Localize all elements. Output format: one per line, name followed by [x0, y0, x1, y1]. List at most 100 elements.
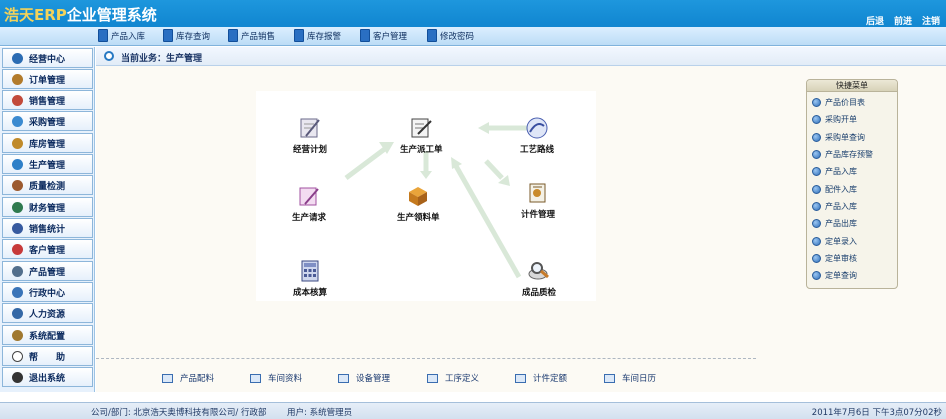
quick-item-stock-warning[interactable]: 产品库存预警	[812, 149, 873, 160]
sidebar-item-production[interactable]: 生产管理	[2, 154, 93, 174]
order-icon	[12, 73, 23, 85]
finance-icon	[12, 201, 23, 213]
product-icon	[12, 265, 23, 277]
quick-item-label: 定单查询	[825, 271, 857, 280]
bottom-link-label: 车间资料	[268, 374, 303, 384]
flow-node-process-route[interactable]: 工艺路线	[520, 116, 554, 155]
forward-link[interactable]: 前进	[894, 14, 912, 27]
flow-node-production-request[interactable]: 生产请求	[292, 184, 326, 223]
flow-node-label: 经营计划	[293, 145, 328, 155]
flow-node-dispatch-order[interactable]: 生产派工单	[400, 116, 443, 155]
quick-item-product-inbound[interactable]: 产品入库	[812, 166, 857, 177]
bottom-link-label: 计件定额	[533, 374, 568, 384]
sidebar-item-exit[interactable]: 退出系统	[2, 367, 93, 387]
sidebar-item-label: 退出系统	[29, 373, 66, 384]
bullet-icon	[812, 98, 821, 107]
sidebar-item-warehouse[interactable]: 库房管理	[2, 133, 93, 153]
help-icon	[12, 350, 23, 362]
flow-node-quality-inspection[interactable]: 成品质检	[522, 259, 556, 298]
bullet-icon	[812, 133, 821, 142]
status-user: 用户: 系统管理员	[287, 408, 353, 418]
quick-item-order-query[interactable]: 定单查询	[812, 270, 857, 281]
toolbar-stock-alarm[interactable]: 库存报警	[294, 29, 341, 42]
toolbar-label: 修改密码	[440, 31, 475, 42]
sidebar-item-label: 客户管理	[29, 245, 66, 256]
warehouse-icon	[12, 137, 23, 149]
quick-item-parts-inbound[interactable]: 配件入库	[812, 184, 857, 195]
quick-item-label: 采购开单	[825, 115, 857, 124]
flow-node-material-requisition[interactable]: 生产领料单	[397, 184, 440, 223]
quick-item-label: 定单录入	[825, 237, 857, 246]
arrow-request-to-dispatch	[344, 146, 388, 180]
bottom-link-workshop-calendar[interactable]: 车间日历	[604, 372, 656, 384]
quick-item-price-list[interactable]: 产品价目表	[812, 97, 865, 108]
sidebar-item-customers[interactable]: 客户管理	[2, 239, 93, 259]
toolbar-product-sales[interactable]: 产品销售	[228, 29, 275, 42]
process-icon	[526, 117, 548, 139]
config-icon	[12, 329, 23, 341]
sidebar-item-hr[interactable]: 人力资源	[2, 303, 93, 323]
quick-item-order-review[interactable]: 定单审核	[812, 253, 857, 264]
breadcrumb-text: 当前业务：生产管理	[121, 54, 203, 64]
toolbar-label: 库存报警	[307, 31, 342, 42]
sidebar-item-label: 帮 助	[29, 352, 66, 363]
sidebar-item-business-center[interactable]: 经营中心	[2, 48, 93, 68]
toolbar-stock-query[interactable]: 库存查询	[163, 29, 210, 42]
bullet-icon	[812, 115, 821, 124]
sidebar-item-label: 人力资源	[29, 309, 66, 320]
cost-icon	[301, 260, 319, 282]
bottom-link-label: 车间日历	[622, 374, 657, 384]
quick-item-product-inbound-2[interactable]: 产品入库	[812, 201, 857, 212]
sidebar-item-sales-stats[interactable]: 销售统计	[2, 218, 93, 238]
flow-node-label: 生产派工单	[400, 145, 443, 155]
flow-node-cost-accounting[interactable]: 成本核算	[293, 259, 327, 298]
bottom-link-process-definition[interactable]: 工序定义	[427, 372, 479, 384]
document-icon	[98, 29, 108, 42]
quick-item-order-entry[interactable]: 定单录入	[812, 236, 857, 247]
piecework-icon	[529, 183, 546, 203]
quick-item-create-purchase[interactable]: 采购开单	[812, 114, 857, 125]
logout-link[interactable]: 注销	[922, 14, 940, 27]
bottom-link-workshop-info[interactable]: 车间资料	[250, 372, 302, 384]
toolbar-product-inbound[interactable]: 产品入库	[98, 29, 145, 42]
flow-node-business-plan[interactable]: 经营计划	[293, 116, 327, 155]
sidebar-item-help[interactable]: 帮 助	[2, 346, 93, 366]
sidebar-item-purchasing[interactable]: 采购管理	[2, 111, 93, 131]
toolbar: 产品入库 库存查询 产品销售 库存报警 客户管理 修改密码	[0, 27, 946, 46]
quick-item-product-outbound[interactable]: 产品出库	[812, 218, 857, 229]
list-icon	[604, 373, 615, 383]
sidebar-item-sales[interactable]: 销售管理	[2, 90, 93, 110]
sidebar-item-admin[interactable]: 行政中心	[2, 282, 93, 302]
inspect-icon	[528, 262, 549, 280]
request-icon	[299, 187, 319, 206]
app-title: 浩天ERP企业管理系统	[4, 4, 157, 25]
quick-item-purchase-query[interactable]: 采购单查询	[812, 132, 865, 143]
bullet-icon	[812, 219, 821, 228]
globe-icon	[12, 52, 23, 64]
main-content: 经营计划 生产派工单 工艺路线 生产请求 生产领料单 计件管理 成本核算 成品质…	[96, 66, 946, 392]
sidebar-item-quality[interactable]: 质量检测	[2, 175, 93, 195]
toolbar-change-password[interactable]: 修改密码	[427, 29, 474, 42]
flow-node-label: 生产请求	[292, 213, 327, 223]
exit-icon	[12, 371, 23, 383]
back-link[interactable]: 后退	[866, 14, 884, 27]
sidebar-item-config[interactable]: 系统配置	[2, 325, 93, 345]
status-bar: 公司/部门: 北京浩天奥博科技有限公司/ 行政部 用户: 系统管理员 2011年…	[0, 402, 946, 419]
bottom-link-product-bom[interactable]: 产品配料	[162, 372, 214, 384]
sidebar-item-orders[interactable]: 订单管理	[2, 69, 93, 89]
sidebar-item-label: 采购管理	[29, 117, 66, 128]
sidebar-item-finance[interactable]: 财务管理	[2, 197, 93, 217]
list-icon	[338, 373, 349, 383]
toolbar-customer-mgmt[interactable]: 客户管理	[360, 29, 407, 42]
list-icon	[162, 373, 173, 383]
alarm-icon	[294, 29, 304, 42]
flow-node-label: 成本核算	[293, 288, 328, 298]
sidebar-item-products[interactable]: 产品管理	[2, 261, 93, 281]
bullet-icon	[812, 185, 821, 194]
flow-node-piecework[interactable]: 计件管理	[521, 181, 555, 220]
production-flow-diagram: 经营计划 生产派工单 工艺路线 生产请求 生产领料单 计件管理 成本核算 成品质…	[256, 91, 596, 301]
bottom-link-equipment[interactable]: 设备管理	[338, 372, 390, 384]
bottom-link-piece-quota[interactable]: 计件定额	[515, 372, 567, 384]
search-icon	[163, 29, 173, 42]
header-nav: 后退 前进 注销	[866, 14, 940, 27]
